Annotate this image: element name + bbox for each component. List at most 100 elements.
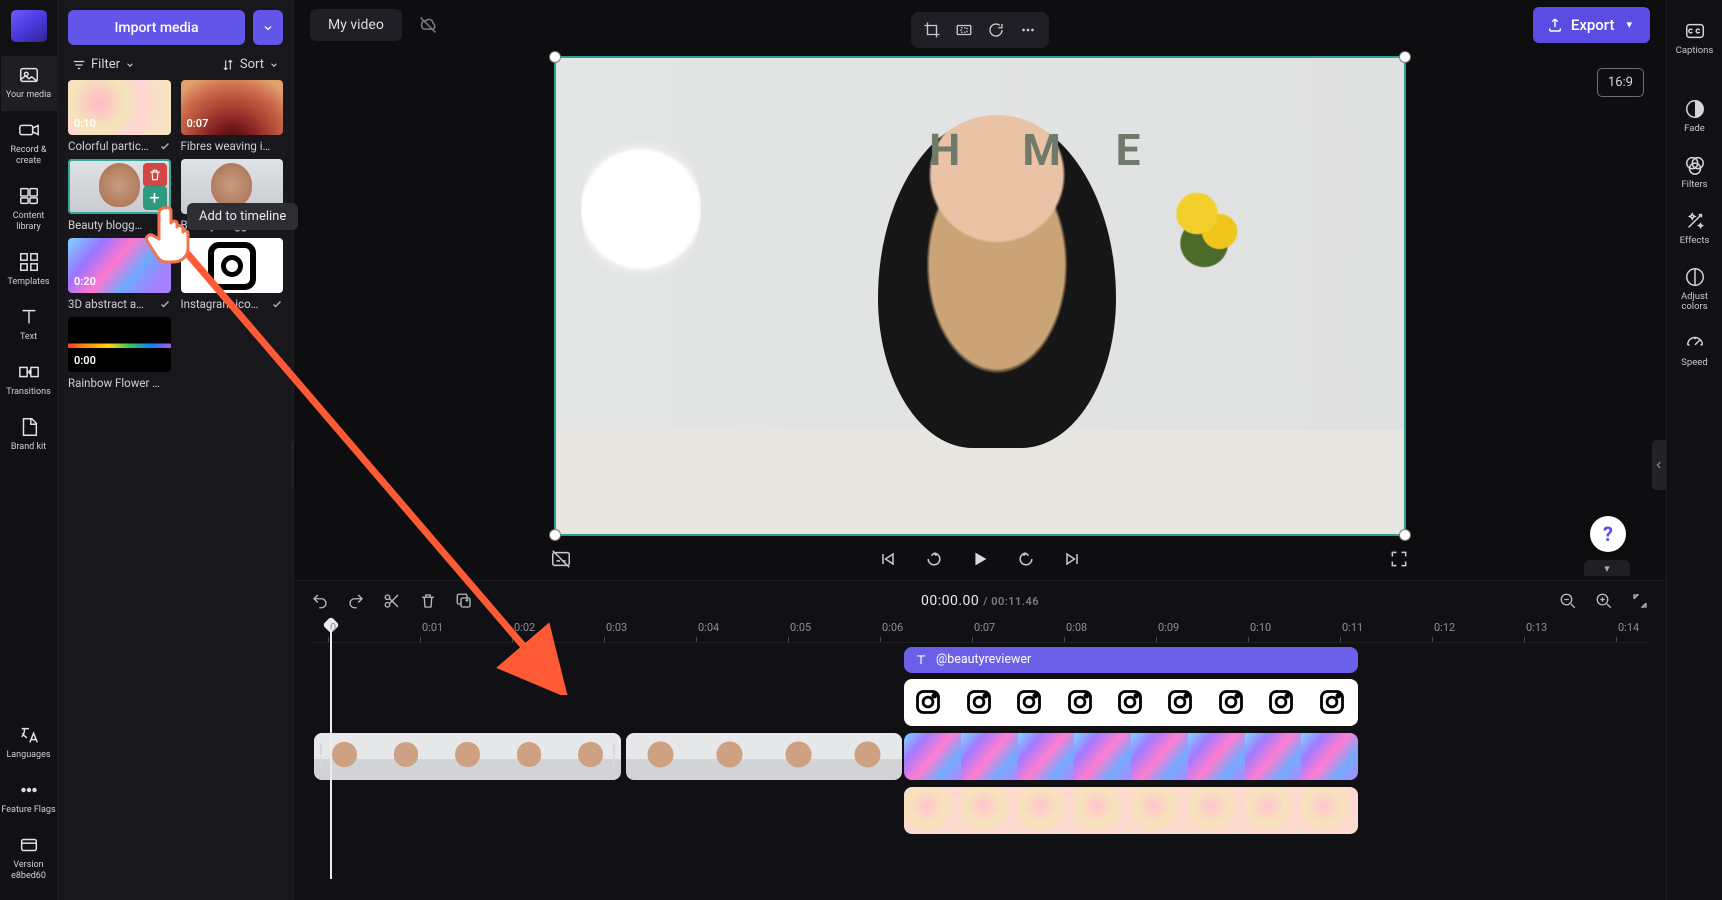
video-segment[interactable] xyxy=(904,733,1358,780)
skip-back-button[interactable] xyxy=(877,548,899,570)
canvas-decoration: E xyxy=(1116,124,1141,176)
filter-icon xyxy=(72,58,86,72)
add-to-timeline-tooltip: Add to timeline xyxy=(187,203,298,230)
rail-version[interactable]: Versione8bed60 xyxy=(1,826,57,892)
zoom-in-button[interactable] xyxy=(1594,591,1614,611)
left-rail: Your media Record & create Content libra… xyxy=(0,0,58,900)
split-button[interactable] xyxy=(382,591,402,611)
ruler-tick: 0:01 xyxy=(422,621,443,634)
trim-handle-right[interactable] xyxy=(609,733,619,780)
chevron-down-icon: ▾ xyxy=(1626,18,1632,31)
effects-icon xyxy=(1684,210,1706,232)
forward-button[interactable] xyxy=(1015,548,1037,570)
filter-button[interactable]: Filter xyxy=(72,57,135,72)
collapse-timeline-button[interactable]: ▾ xyxy=(1584,560,1630,576)
rail-adjust-colors[interactable]: Adjust colors xyxy=(1668,260,1722,320)
media-panel: Import media Filter Sort 0:10 Colorful p… xyxy=(58,0,294,900)
import-media-button[interactable]: Import media xyxy=(68,10,245,45)
help-button[interactable]: ? xyxy=(1590,516,1626,552)
rail-brand[interactable]: Brand kit xyxy=(1,408,57,463)
media-clip[interactable]: 0:00 Rainbow Flower … xyxy=(68,317,171,390)
rail-record[interactable]: Record & create xyxy=(1,111,57,177)
add-to-timeline-button[interactable]: + xyxy=(143,186,167,210)
fullscreen-button[interactable] xyxy=(1388,548,1410,570)
media-clip[interactable]: 0:07 Fibres weaving i… xyxy=(181,80,284,153)
export-button[interactable]: Export ▾ xyxy=(1533,7,1650,43)
chevron-down-icon xyxy=(262,22,274,34)
video-title-input[interactable]: My video xyxy=(310,9,402,41)
trim-handle-left[interactable] xyxy=(316,733,326,780)
video-segment[interactable] xyxy=(626,733,902,780)
rail-transitions[interactable]: Transitions xyxy=(1,353,57,408)
rail-effects[interactable]: Effects xyxy=(1668,204,1722,254)
text-segment[interactable]: @beautyreviewer xyxy=(904,647,1358,673)
ruler-tick: 0:06 xyxy=(882,621,903,634)
rail-label: Languages xyxy=(6,750,50,761)
library-icon xyxy=(18,185,40,207)
preview-canvas[interactable]: H M E xyxy=(554,56,1406,536)
rotate-button[interactable] xyxy=(981,15,1011,45)
ruler-tick: 0:03 xyxy=(606,621,627,634)
ruler-tick: 0:13 xyxy=(1526,621,1547,634)
fit-zoom-button[interactable] xyxy=(1630,591,1650,611)
rail-speed[interactable]: Speed xyxy=(1668,326,1722,376)
rewind-button[interactable] xyxy=(923,548,945,570)
rail-text[interactable]: Text xyxy=(1,298,57,353)
media-clip[interactable]: Instagram ico… xyxy=(181,238,284,311)
import-media-dropdown[interactable] xyxy=(253,10,283,45)
version-icon xyxy=(18,834,40,856)
crop-button[interactable] xyxy=(917,15,947,45)
rail-label: Captions xyxy=(1676,46,1714,56)
redo-button[interactable] xyxy=(346,591,366,611)
video-segment[interactable] xyxy=(904,787,1358,834)
chevron-down-icon xyxy=(269,60,279,70)
time-total: 00:11.46 xyxy=(991,595,1039,608)
media-clip[interactable]: 0:20 3D abstract a… xyxy=(68,238,171,311)
zoom-out-button[interactable] xyxy=(1558,591,1578,611)
more-tools-button[interactable] xyxy=(1013,15,1043,45)
undo-button[interactable] xyxy=(310,591,330,611)
skip-forward-button[interactable] xyxy=(1061,548,1083,570)
rail-label: Brand kit xyxy=(11,442,46,453)
rail-label: Adjust colors xyxy=(1668,292,1722,312)
delete-clip-button[interactable] xyxy=(143,163,167,187)
rail-fade[interactable]: Fade xyxy=(1668,92,1722,142)
sync-disabled-icon[interactable] xyxy=(416,13,440,37)
resize-handle-tl[interactable] xyxy=(549,51,561,63)
rail-captions[interactable]: Captions xyxy=(1668,14,1722,64)
chevron-down-icon xyxy=(125,60,135,70)
clip-thumbnail: 0:00 xyxy=(68,317,171,372)
media-clip[interactable]: 0:10 Colorful partic… xyxy=(68,80,171,153)
duplicate-button[interactable] xyxy=(454,591,474,611)
canvas-decoration xyxy=(1161,182,1251,272)
rail-flags[interactable]: Feature Flags xyxy=(1,771,57,826)
timeline-tracks[interactable]: @beautyreviewer xyxy=(310,643,1650,900)
export-icon xyxy=(1547,17,1563,33)
overlay-segment[interactable] xyxy=(904,679,1358,726)
rail-content[interactable]: Content library xyxy=(1,177,57,243)
clip-duration: 0:07 xyxy=(187,117,209,130)
subtitles-toggle[interactable] xyxy=(550,548,572,570)
sort-button[interactable]: Sort xyxy=(221,57,279,72)
play-button[interactable] xyxy=(969,548,991,570)
timeline-ruler[interactable]: 00:010:020:030:040:050:060:070:080:090:1… xyxy=(310,621,1650,643)
rail-label: Content library xyxy=(1,211,57,233)
video-segment-selected[interactable] xyxy=(314,733,621,780)
rail-label: Feature Flags xyxy=(1,805,55,816)
delete-button[interactable] xyxy=(418,591,438,611)
rail-your-media[interactable]: Your media xyxy=(1,56,57,111)
expand-right-panel-button[interactable] xyxy=(1652,440,1666,490)
check-icon xyxy=(159,219,171,231)
ruler-tick: 0:07 xyxy=(974,621,995,634)
rail-languages[interactable]: Languages xyxy=(1,716,57,771)
resize-handle-tr[interactable] xyxy=(1399,51,1411,63)
media-clip-selected[interactable]: + Beauty blogg… xyxy=(68,159,171,232)
ruler-tick: 0:10 xyxy=(1250,621,1271,634)
rail-filters[interactable]: Filters xyxy=(1668,148,1722,198)
rail-templates[interactable]: Templates xyxy=(1,243,57,298)
topbar: My video Export ▾ xyxy=(294,0,1666,50)
fit-button[interactable] xyxy=(949,15,979,45)
clip-thumbnail: 0:07 xyxy=(181,80,284,135)
ruler-tick: 0:09 xyxy=(1158,621,1179,634)
app-logo[interactable] xyxy=(11,10,47,42)
